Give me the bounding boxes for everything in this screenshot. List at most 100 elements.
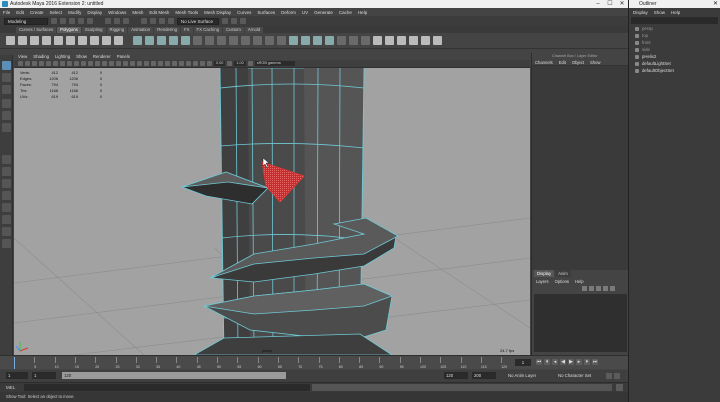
menu-mesh-display[interactable]: Mesh Display [204, 10, 231, 15]
move-layer-down-icon[interactable] [589, 286, 594, 291]
extrude-icon[interactable] [193, 36, 202, 45]
super-shape-icon[interactable] [114, 36, 123, 45]
shadows-icon[interactable] [151, 61, 156, 66]
persp-outliner-icon[interactable] [2, 179, 11, 188]
automatic-map-icon[interactable] [337, 36, 346, 45]
redo-icon[interactable] [87, 18, 93, 24]
select-object-icon[interactable] [114, 18, 120, 24]
select-component-icon[interactable] [123, 18, 129, 24]
menu-uv[interactable]: UV [302, 10, 308, 15]
helix-mesh[interactable] [180, 68, 399, 355]
script-editor-icon[interactable] [616, 384, 623, 391]
step-forward-frame-icon[interactable]: ▸ [576, 359, 582, 365]
shading-icon[interactable] [421, 36, 430, 45]
playback-start-field[interactable]: 1 [32, 372, 56, 379]
outliner-close-button[interactable]: ✕ [713, 0, 718, 8]
smooth-shade-icon[interactable] [116, 61, 121, 66]
time-slider[interactable]: 5 10 15 20 25 30 35 40 45 50 55 60 65 70 75 80 85 90 95 100… [0, 355, 628, 369]
single-view-icon[interactable] [2, 155, 11, 164]
bevel-icon[interactable] [229, 36, 238, 45]
menu-curves[interactable]: Curves [237, 10, 251, 15]
move-tool-icon[interactable] [2, 99, 11, 108]
go-to-start-icon[interactable]: ⏮ [536, 359, 542, 365]
viewport-canvas[interactable] [14, 68, 530, 355]
range-slider[interactable]: 120 [62, 372, 286, 379]
platonic-solid-icon[interactable] [90, 36, 99, 45]
menu-deform[interactable]: Deform [281, 10, 296, 15]
tab-anim-layers[interactable]: Anim [555, 270, 571, 277]
shelf-tab-fx-caching[interactable]: FX Caching [193, 27, 222, 33]
bridge-icon[interactable] [205, 36, 214, 45]
shelf-tab-rigging[interactable]: Rigging [106, 27, 128, 33]
outliner-item-object-set[interactable]: defaultObjectSet [629, 67, 720, 74]
safe-action-icon[interactable] [95, 61, 100, 66]
grease-pencil-icon[interactable] [53, 61, 58, 66]
depth-of-field-icon[interactable] [179, 61, 184, 66]
outliner-item-phelix[interactable]: pHelix2 [629, 53, 720, 60]
render-settings-icon[interactable] [240, 18, 246, 24]
separate-icon[interactable] [145, 36, 154, 45]
move-layer-up-icon[interactable] [582, 286, 587, 291]
default-material-icon[interactable] [123, 61, 128, 66]
paint-select-tool-icon[interactable] [2, 85, 11, 94]
menu-edit[interactable]: Edit [16, 10, 24, 15]
wireframe-on-shaded-icon[interactable] [130, 61, 135, 66]
ipr-render-icon[interactable] [231, 18, 237, 24]
end-time-field[interactable]: 200 [472, 372, 496, 379]
snap-curve-icon[interactable] [150, 18, 156, 24]
gate-mask-icon[interactable] [81, 61, 86, 66]
live-surface-field[interactable]: No Live Surface [177, 17, 219, 25]
gamma-field[interactable]: 1.00 [234, 61, 246, 66]
color-management-icon[interactable] [247, 61, 253, 66]
poly-sphere-icon[interactable] [6, 36, 15, 45]
close-button[interactable]: ✕ [616, 0, 628, 8]
xray-icon[interactable] [193, 61, 198, 66]
scale-tool-icon[interactable] [2, 123, 11, 132]
cylindrical-map-icon[interactable] [313, 36, 322, 45]
undo-icon[interactable] [78, 18, 84, 24]
open-scene-icon[interactable] [60, 18, 66, 24]
poly-cone-icon[interactable] [42, 36, 51, 45]
unfold-icon[interactable] [373, 36, 382, 45]
menu-surfaces[interactable]: Surfaces [257, 10, 275, 15]
render-frame-icon[interactable] [222, 18, 228, 24]
character-set-dropdown[interactable]: No Character Set [556, 372, 602, 379]
step-back-frame-icon[interactable]: ◂ [552, 359, 558, 365]
bevel-icon[interactable] [217, 36, 226, 45]
four-view-icon[interactable] [2, 167, 11, 176]
outliner-item-top[interactable]: top [629, 32, 720, 39]
poly-cylinder-icon[interactable] [30, 36, 39, 45]
menu-mesh-tools[interactable]: Mesh Tools [175, 10, 198, 15]
exposure-field[interactable]: 0.00 [214, 61, 226, 66]
smooth-icon[interactable] [157, 36, 166, 45]
camera-icon[interactable] [18, 61, 23, 66]
new-empty-layer-icon[interactable] [596, 286, 601, 291]
mirror-icon[interactable] [181, 36, 190, 45]
insert-edge-loop-icon[interactable] [277, 36, 286, 45]
boolean-icon[interactable] [169, 36, 178, 45]
channel-menu-channels[interactable]: Channels [535, 60, 553, 65]
rotate-tool-icon[interactable] [2, 111, 11, 120]
multi-cut-icon[interactable] [241, 36, 250, 45]
cut-uv-icon[interactable] [349, 36, 358, 45]
panel-menu-show[interactable]: Show [76, 54, 87, 59]
new-scene-icon[interactable] [51, 18, 57, 24]
shelf-tab-sculpting[interactable]: Sculpting [81, 27, 106, 33]
step-back-key-icon[interactable]: ⏴ [544, 359, 550, 365]
outliner-menu-show[interactable]: Show [654, 10, 665, 15]
outliner-item-side[interactable]: side [629, 46, 720, 53]
persp-node-icon[interactable] [2, 239, 11, 248]
menu-modify[interactable]: Modify [68, 10, 81, 15]
perspective-viewport[interactable]: Verts: 412 412 0 Edges: 1206 1206 0 Faces: 794 7… [14, 68, 530, 355]
channel-menu-show[interactable]: Show [590, 60, 600, 65]
workspace-dropdown[interactable]: Modeling [4, 17, 48, 25]
quad-draw-icon[interactable] [265, 36, 274, 45]
spherical-map-icon[interactable] [325, 36, 334, 45]
animation-prefs-icon[interactable] [614, 373, 620, 379]
target-weld-icon[interactable] [253, 36, 262, 45]
resolution-gate-icon[interactable] [74, 61, 79, 66]
wireframe-icon[interactable] [109, 61, 114, 66]
outliner-search-input[interactable] [631, 17, 718, 24]
layer-menu-options[interactable]: Options [555, 279, 569, 284]
2d-pan-icon[interactable] [46, 61, 51, 66]
